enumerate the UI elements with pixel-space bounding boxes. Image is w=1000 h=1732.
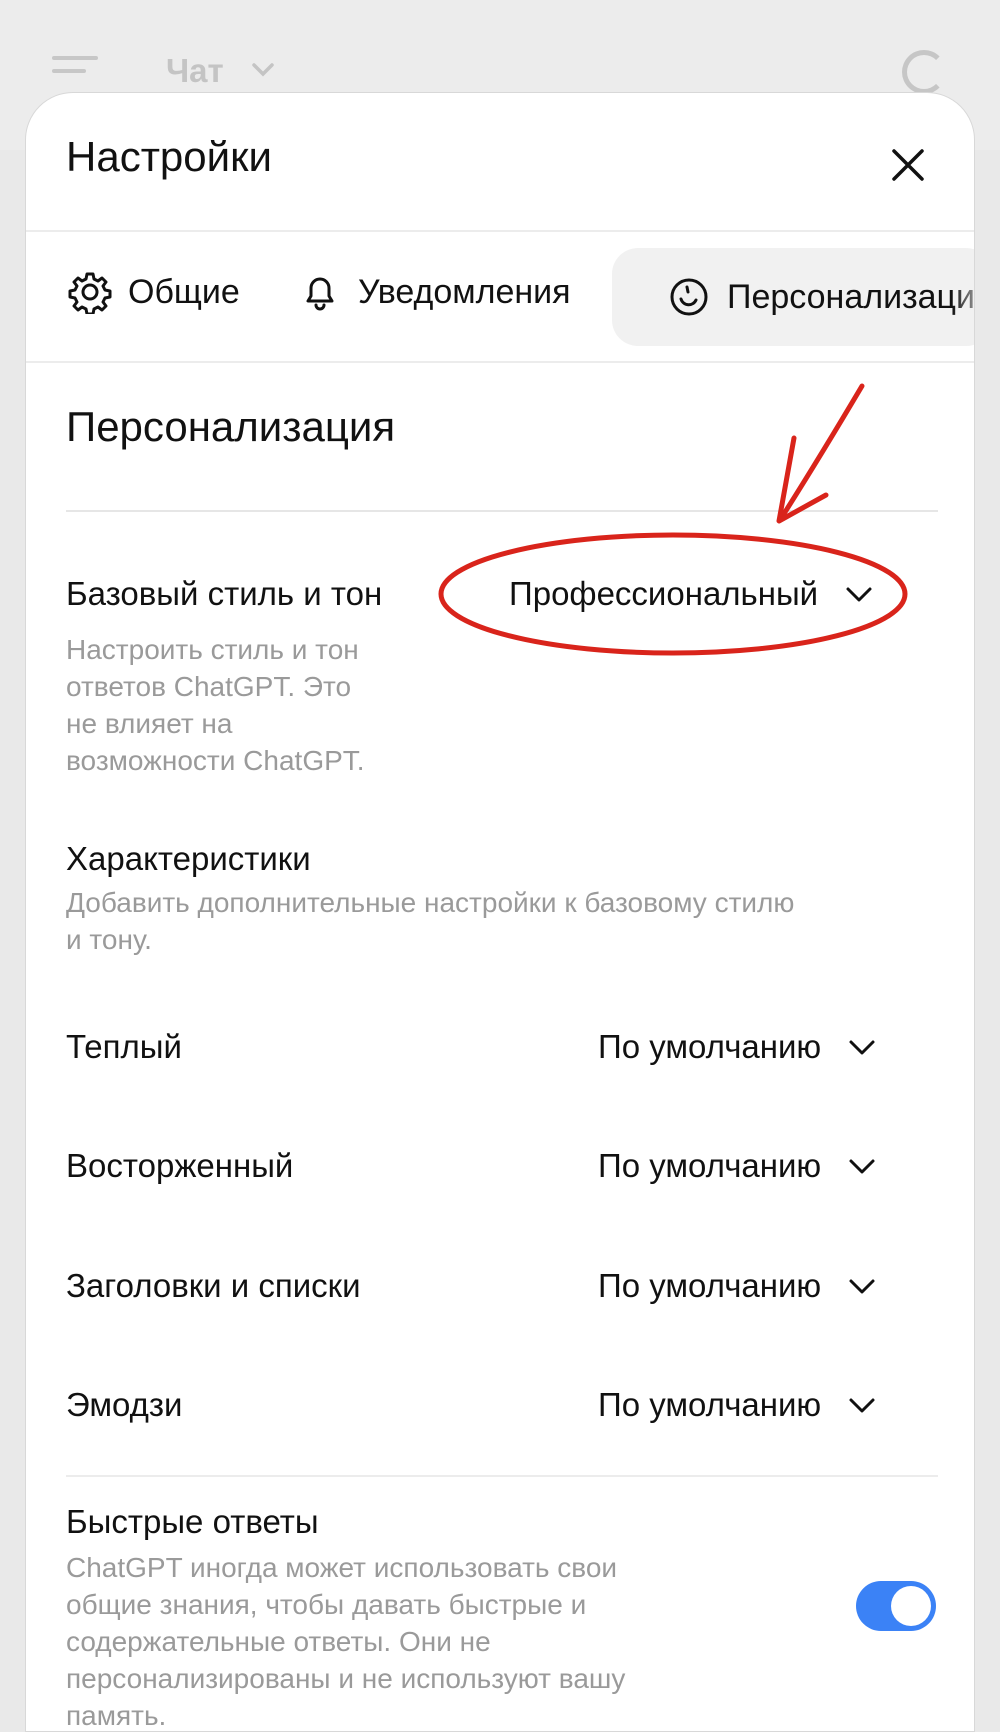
quick-answers-description: ChatGPT иногда может использовать свои о… <box>66 1552 626 1731</box>
chevron-down-icon <box>849 1040 875 1055</box>
trait-warm-dropdown[interactable]: По умолчанию <box>598 1028 877 1066</box>
characteristics-label: Характеристики <box>66 840 311 877</box>
dropdown-value: По умолчанию <box>598 1028 822 1065</box>
personalization-icon <box>670 278 708 316</box>
tab-personalization[interactable]: Персонализаци <box>612 248 975 346</box>
trait-headers-lists-label: Заголовки и списки <box>66 1267 361 1304</box>
trait-emoji-label: Эмодзи <box>66 1386 183 1423</box>
chevron-down-icon <box>849 1398 875 1413</box>
settings-sheet: Настройки Общие Уведомления Персонализац… <box>25 92 975 1732</box>
bell-icon <box>306 277 334 311</box>
menu-icon[interactable] <box>52 56 98 82</box>
trait-enthusiastic-label: Восторженный <box>66 1147 294 1184</box>
dropdown-value: По умолчанию <box>598 1147 822 1184</box>
divider <box>26 230 974 232</box>
trait-emoji-dropdown[interactable]: По умолчанию <box>598 1386 877 1424</box>
chevron-down-icon <box>846 587 872 602</box>
section-title: Персонализация <box>66 403 396 450</box>
dropdown-value: По умолчанию <box>598 1267 822 1304</box>
dropdown-value: Профессиональный <box>509 575 819 612</box>
close-icon[interactable] <box>884 141 932 189</box>
gear-icon <box>68 272 112 314</box>
quick-answers-label: Быстрые ответы <box>66 1503 319 1540</box>
tab-label: Уведомления <box>358 272 571 311</box>
tab-general[interactable]: Общие <box>68 243 240 341</box>
chevron-down-icon <box>849 1279 875 1294</box>
divider <box>26 361 974 363</box>
sheet-title: Настройки <box>66 133 272 180</box>
tab-label: Общие <box>128 272 240 311</box>
trait-headers-lists-dropdown[interactable]: По умолчанию <box>598 1267 877 1305</box>
tab-label: Персонализаци <box>727 277 975 316</box>
toggle-knob <box>891 1586 931 1626</box>
new-chat-icon[interactable] <box>902 50 946 94</box>
divider <box>66 1475 938 1477</box>
divider <box>66 510 938 512</box>
quick-answers-toggle[interactable] <box>856 1581 936 1631</box>
tab-notifications[interactable]: Уведомления <box>298 243 571 341</box>
trait-enthusiastic-dropdown[interactable]: По умолчанию <box>598 1147 877 1185</box>
app-title[interactable]: Чат <box>166 52 224 90</box>
chevron-down-icon <box>252 63 274 77</box>
base-style-label: Базовый стиль и тон <box>66 575 383 612</box>
trait-warm-label: Теплый <box>66 1028 182 1065</box>
base-style-dropdown[interactable]: Профессиональный <box>509 575 874 613</box>
dropdown-value: По умолчанию <box>598 1386 822 1423</box>
characteristics-description: Добавить дополнительные настройки к базо… <box>66 887 795 955</box>
base-style-description: Настроить стиль и тон ответов ChatGPT. Э… <box>66 634 365 776</box>
chevron-down-icon <box>849 1159 875 1174</box>
